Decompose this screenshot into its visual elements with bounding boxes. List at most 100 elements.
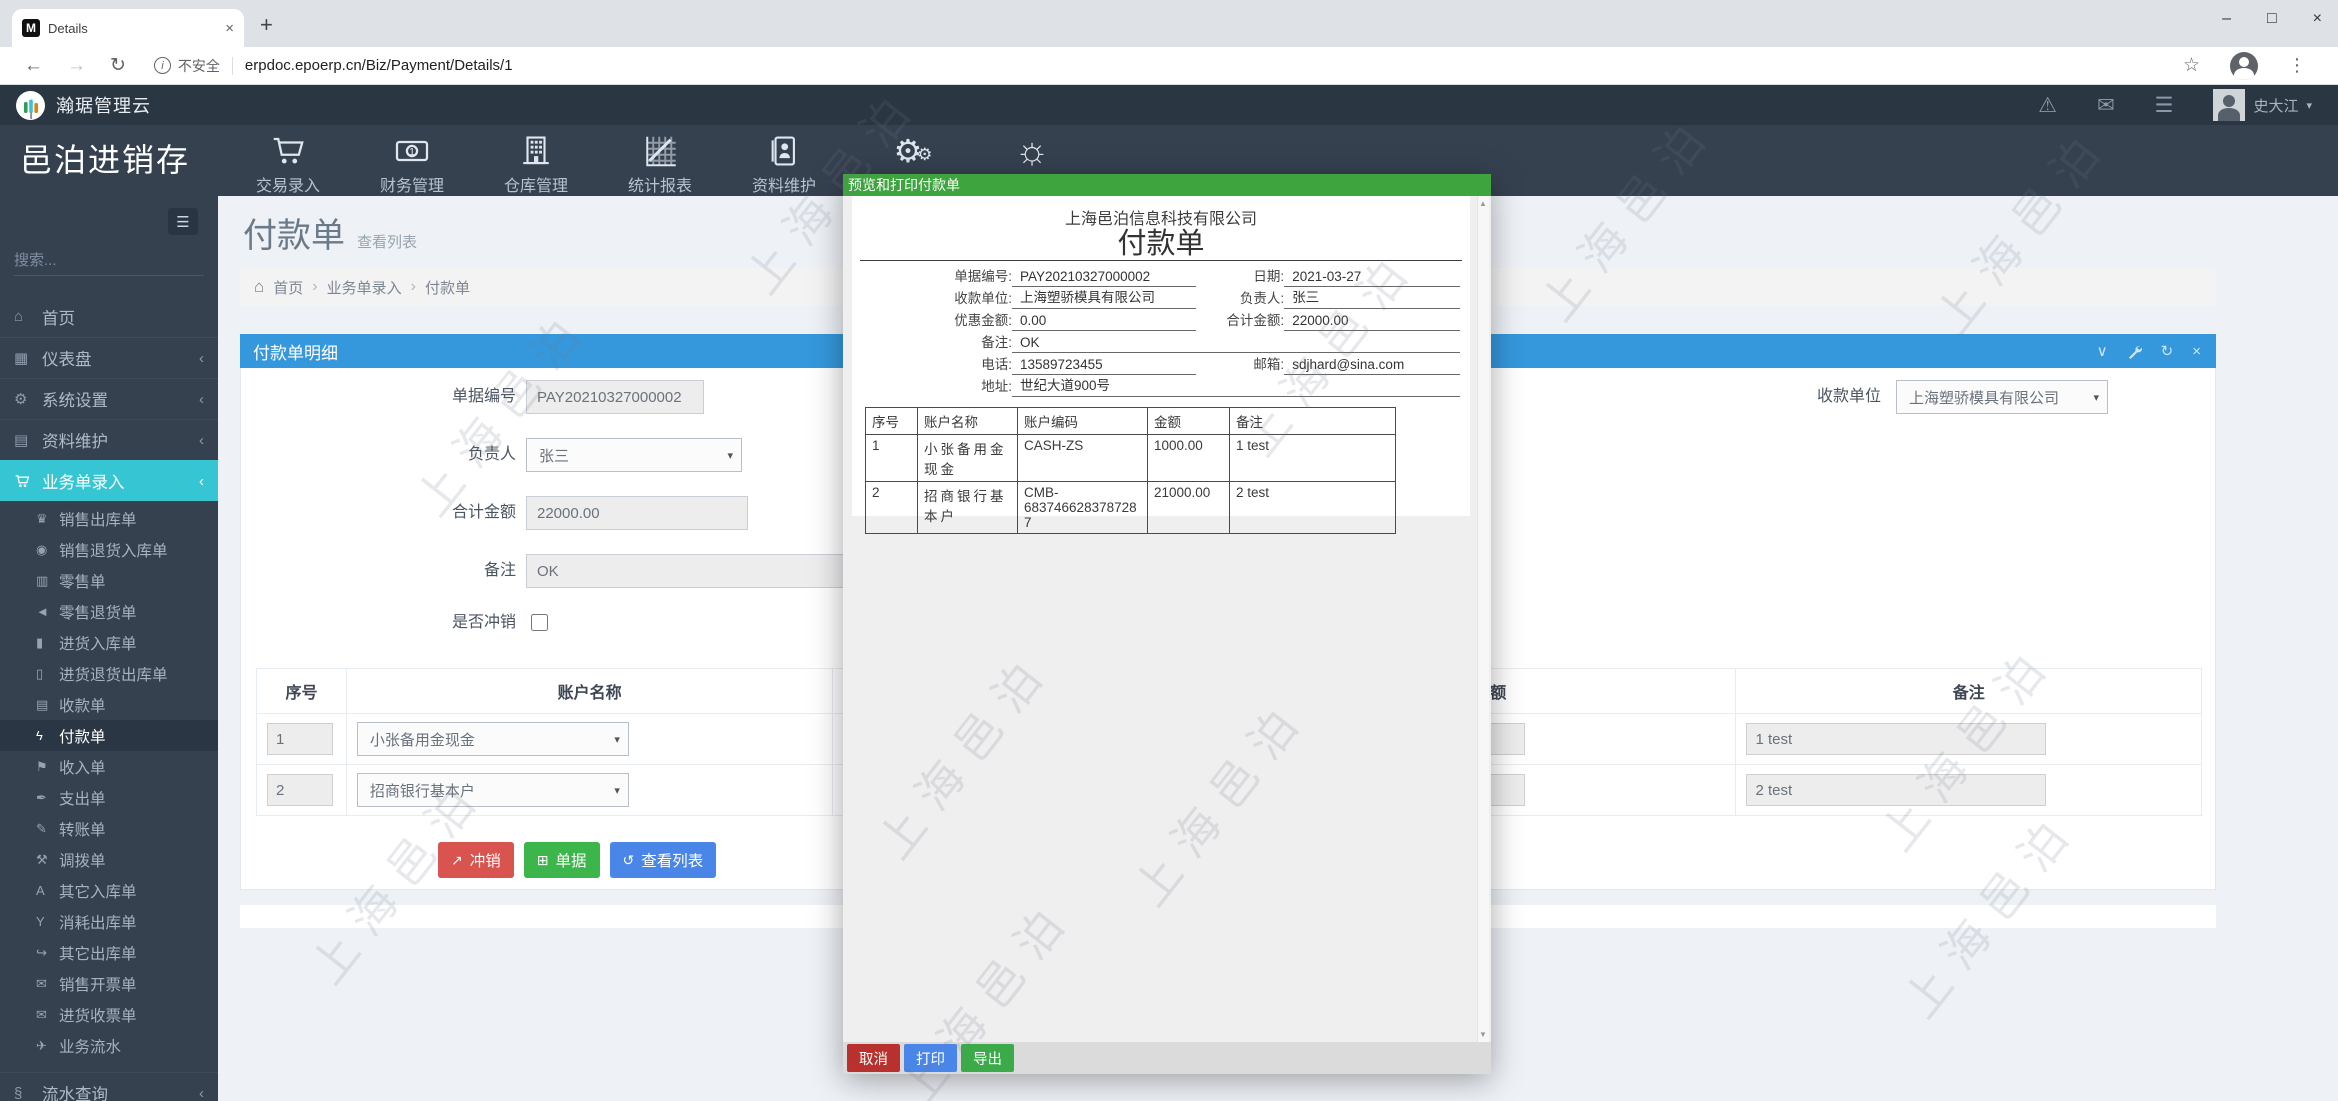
total-input[interactable] bbox=[526, 496, 748, 530]
sidebar-item-masterdata[interactable]: ▤ 资料维护 ‹ bbox=[0, 419, 218, 460]
doc-no-input[interactable] bbox=[526, 380, 704, 414]
module-label: 仓库管理 bbox=[503, 178, 568, 195]
window-minimize-icon[interactable]: – bbox=[2222, 10, 2231, 28]
chevron-left-icon: ‹ bbox=[199, 390, 204, 408]
breadcrumb-biz-entry[interactable]: 业务单录入 bbox=[327, 277, 402, 298]
reload-icon[interactable]: ↻ bbox=[110, 54, 126, 77]
breadcrumb-home[interactable]: 首页 bbox=[273, 277, 303, 298]
module-item-masterdata[interactable]: 资料维护 bbox=[722, 125, 846, 196]
alerts-icon[interactable]: ⚠ bbox=[2038, 93, 2057, 118]
export-button[interactable]: 导出 bbox=[961, 1044, 1014, 1072]
browser-tab-bar: M Details × + – □ × bbox=[0, 0, 2338, 47]
sidebar-subitem[interactable]: ✈ 业务流水 bbox=[0, 1030, 218, 1061]
tab-close-icon[interactable]: × bbox=[225, 20, 234, 37]
sidebar-subitem[interactable]: ♛ 销售出库单 bbox=[0, 503, 218, 534]
browser-profile-icon[interactable] bbox=[2230, 51, 2258, 80]
scroll-up-icon[interactable]: ▲ bbox=[1479, 199, 1487, 208]
sidebar-subitem[interactable]: ▮ 进货入库单 bbox=[0, 627, 218, 658]
modal-scrollbar[interactable]: ▲ ▼ bbox=[1477, 196, 1489, 1042]
module-item-transactions[interactable]: 交易录入 bbox=[226, 125, 350, 196]
seq-input[interactable] bbox=[267, 723, 333, 755]
sidebar-subitem[interactable]: ✉ 进货收票单 bbox=[0, 999, 218, 1030]
reverse-checkbox[interactable] bbox=[531, 614, 548, 631]
letter-a-icon: A bbox=[36, 883, 45, 898]
browser-tab[interactable]: M Details × bbox=[12, 9, 244, 47]
sidebar-subitem[interactable]: Y 消耗出库单 bbox=[0, 906, 218, 937]
sidebar-subitem[interactable]: ▥ 零售单 bbox=[0, 565, 218, 596]
sidebar-subitem[interactable]: A 其它入库单 bbox=[0, 875, 218, 906]
wrench-icon[interactable] bbox=[2127, 344, 2142, 359]
close-icon[interactable]: × bbox=[2192, 343, 2201, 360]
url-text[interactable]: erpdoc.epoerp.cn/Biz/Payment/Details/1 bbox=[245, 57, 513, 74]
window-maximize-icon[interactable]: □ bbox=[2267, 10, 2277, 28]
cancel-button[interactable]: 取消 bbox=[847, 1044, 900, 1072]
eye-icon: ◉ bbox=[36, 541, 48, 557]
sidebar-item-biz-entry[interactable]: 业务单录入 ‹ bbox=[0, 460, 218, 501]
bookmark-icon[interactable]: ☆ bbox=[2183, 54, 2200, 77]
sidebar-subitem[interactable]: ✉ 销售开票单 bbox=[0, 968, 218, 999]
sidebar-subitem[interactable]: ◉ 销售退货入库单 bbox=[0, 534, 218, 565]
sidebar-subitem[interactable]: ▤ 收款单 bbox=[0, 689, 218, 720]
user-name: 史大江 bbox=[2253, 97, 2299, 115]
view-list-button[interactable]: ↺ 查看列表 bbox=[609, 842, 717, 878]
sidebar-subitem[interactable]: ◄ 零售退货单 bbox=[0, 596, 218, 627]
module-label: 资料维护 bbox=[751, 178, 816, 195]
tab-title: Details bbox=[48, 20, 88, 36]
sidebar-item-settings[interactable]: ⚙ 系统设置 ‹ bbox=[0, 378, 218, 419]
sidebar-subitem[interactable]: ✒ 支出单 bbox=[0, 782, 218, 813]
account-select[interactable]: 小张备用金现金 ▾ bbox=[356, 722, 629, 756]
modal-title-bar[interactable]: 预览和打印付款单 bbox=[843, 174, 1491, 196]
account-select[interactable]: 招商银行基本户 ▾ bbox=[356, 773, 629, 807]
breadcrumb-payment[interactable]: 付款单 bbox=[425, 277, 470, 298]
sidebar-subitem[interactable]: ↪ 其它出库单 bbox=[0, 937, 218, 968]
browser-menu-icon[interactable]: ⋮ bbox=[2288, 55, 2306, 76]
back-icon[interactable]: ← bbox=[24, 55, 43, 77]
search-input[interactable] bbox=[14, 252, 213, 269]
sidebar-subitem-payment[interactable]: ϟ 付款单 bbox=[0, 720, 218, 751]
line-remark-input[interactable] bbox=[1746, 723, 2047, 755]
user-menu[interactable]: 史大江 ▾ bbox=[2213, 89, 2312, 121]
sidebar-item-flow-query[interactable]: § 流水查询 ‹ bbox=[0, 1073, 218, 1101]
sidebar-search[interactable] bbox=[14, 246, 213, 276]
seq-input[interactable] bbox=[267, 774, 333, 806]
sidebar-item-dashboard[interactable]: ▦ 仪表盘 ‹ bbox=[0, 337, 218, 378]
module-item-finance[interactable]: 1 财务管理 bbox=[350, 125, 474, 196]
app-logo[interactable] bbox=[16, 90, 45, 120]
sidebar-toggle-icon[interactable]: ☰ bbox=[168, 208, 198, 235]
forward-icon[interactable]: → bbox=[67, 55, 86, 77]
window-close-icon[interactable]: × bbox=[2313, 10, 2322, 28]
bookmark-outline-icon: ▯ bbox=[36, 665, 44, 681]
document-title: 付款单 bbox=[1117, 228, 1205, 260]
payee-select[interactable]: 上海塑骄模具有限公司 ▾ bbox=[1896, 380, 2108, 414]
module-item-warehouse[interactable]: 仓库管理 bbox=[474, 125, 598, 196]
sidebar-subitem[interactable]: ✎ 转账单 bbox=[0, 813, 218, 844]
new-tab-button[interactable]: + bbox=[260, 12, 273, 38]
document-button[interactable]: ⊞ 单据 bbox=[523, 842, 600, 878]
scroll-down-icon[interactable]: ▼ bbox=[1479, 1030, 1487, 1039]
line-remark-input[interactable] bbox=[1746, 774, 2047, 806]
reverse-button[interactable]: ↗ 冲销 bbox=[438, 842, 514, 878]
refresh-icon[interactable]: ↻ bbox=[2161, 342, 2174, 360]
site-info-icon[interactable]: i bbox=[153, 57, 171, 74]
sidebar-item-home[interactable]: ⌂ 首页 bbox=[0, 296, 218, 337]
field-label: 备注: bbox=[981, 335, 1012, 351]
sidebar-subitem[interactable]: ⚒ 调拨单 bbox=[0, 844, 218, 875]
envelope-filled-icon: ✉ bbox=[36, 975, 47, 991]
select-caret-icon: ▾ bbox=[614, 784, 620, 797]
field-label: 电话: bbox=[981, 357, 1012, 373]
chevron-left-icon: ‹ bbox=[199, 431, 204, 449]
page-title: 付款单 bbox=[243, 217, 345, 255]
module-item-reports[interactable]: 统计报表 bbox=[598, 125, 722, 196]
preview-table: 序号 账户名称 账户编码 金额 备注 1 小张备用金现金 CASH-ZS 100… bbox=[865, 407, 1396, 535]
select-caret-icon: ▾ bbox=[727, 449, 733, 462]
sidebar-subitem[interactable]: ▯ 进货退货出库单 bbox=[0, 658, 218, 689]
owner-select[interactable]: 张三 ▾ bbox=[526, 438, 742, 472]
sidebar-subitem[interactable]: ⚑ 收入单 bbox=[0, 751, 218, 782]
print-button[interactable]: 打印 bbox=[904, 1044, 957, 1072]
field-value: 13589723455 bbox=[1012, 357, 1197, 376]
company-name: 上海邑泊信息科技有限公司 bbox=[1064, 211, 1257, 228]
tasks-icon[interactable]: ☰ bbox=[2155, 93, 2174, 118]
messages-icon[interactable]: ✉ bbox=[2097, 93, 2115, 118]
external-link-icon: ↗ bbox=[451, 851, 463, 868]
collapse-icon[interactable]: ∨ bbox=[2097, 342, 2108, 360]
